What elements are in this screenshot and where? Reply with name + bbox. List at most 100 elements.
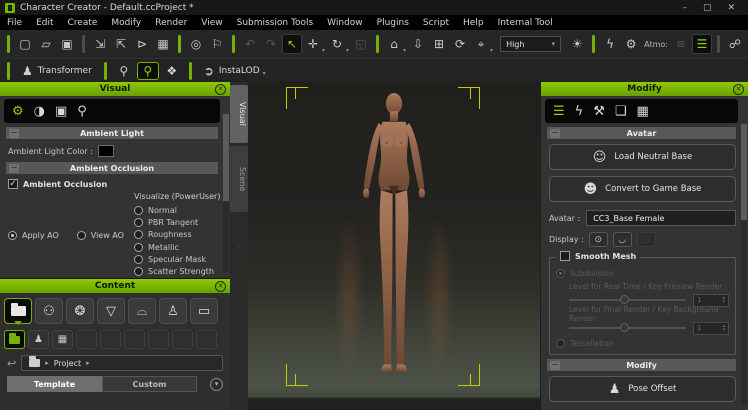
pose-a-icon[interactable]: ⚲	[113, 62, 135, 80]
visual-panel-scrollbar[interactable]	[223, 114, 229, 272]
menu-help[interactable]: Help	[456, 18, 491, 28]
apply-ao-radio-icon[interactable]	[8, 231, 17, 240]
collapse-icon[interactable]: −	[550, 129, 560, 138]
menu-window[interactable]: Window	[320, 18, 370, 28]
modify-section-bar[interactable]: − Modify	[547, 359, 736, 371]
menu-modify[interactable]: Modify	[104, 18, 148, 28]
content-subcategory-image[interactable]: ▦	[52, 330, 73, 349]
ambient-occlusion-section-bar[interactable]: − Ambient Occlusion	[6, 162, 218, 174]
load-motion-icon[interactable]: ⇩	[408, 34, 428, 54]
visual-effect-icon[interactable]: ⚲	[77, 104, 87, 119]
menu-file[interactable]: File	[0, 18, 29, 28]
content-subcategory-project[interactable]	[4, 330, 25, 349]
menu-plugins[interactable]: Plugins	[370, 18, 416, 28]
pose-offset-button[interactable]: ♟ Pose Offset	[549, 376, 736, 402]
collapse-icon[interactable]: −	[9, 129, 19, 138]
content-category-material[interactable]: ❂	[66, 298, 94, 324]
visual-panel-close-icon[interactable]: ✕	[215, 84, 226, 95]
modify-actor-icon[interactable]: ϟ	[575, 104, 584, 119]
visualize-option-normal[interactable]: Normal	[134, 204, 222, 216]
content-panel-header[interactable]: Content ✕	[0, 279, 230, 293]
visual-panel-header[interactable]: Visual ✕	[0, 82, 230, 96]
sun-light-icon[interactable]: ☀	[567, 34, 587, 54]
undo-icon[interactable]: ↶	[240, 34, 260, 54]
preview-dish-icon[interactable]: ☍	[725, 34, 745, 54]
reset-transform-icon[interactable]: ⟳	[450, 34, 470, 54]
content-subcategory-pin[interactable]: ♟	[28, 330, 49, 349]
menu-edit[interactable]: Edit	[29, 18, 60, 28]
fog-icon[interactable]: ≋	[671, 34, 691, 54]
breadcrumb-root[interactable]: Project	[54, 359, 81, 368]
visualize-option-specular-mask[interactable]: Specular Mask	[134, 253, 222, 265]
visualize-option-scatter-strength[interactable]: Scatter Strength	[134, 266, 222, 278]
tab-visual[interactable]: Visual	[230, 85, 248, 143]
visual-shadow-icon[interactable]: ▣	[55, 104, 67, 119]
tab-custom[interactable]: Custom	[102, 376, 197, 392]
display-eye-button[interactable]: ⊙	[589, 232, 608, 247]
content-expand-chevron-icon[interactable]: ▾	[210, 378, 223, 391]
instalod-button[interactable]: ➲ InstaLOD ▾	[198, 61, 273, 81]
atmosphere-gear-icon[interactable]: ⚙	[621, 34, 641, 54]
visualize-option-metallic[interactable]: Metallic	[134, 241, 222, 253]
move-tool-caret-icon[interactable]: ▾	[322, 47, 325, 54]
content-category-stage[interactable]: ▭	[190, 298, 218, 324]
collapse-icon[interactable]: −	[550, 361, 560, 370]
modify-attribute-icon[interactable]: ☰	[553, 104, 565, 119]
camera-frame-icon[interactable]: ⌖	[471, 34, 491, 54]
load-neutral-base-button[interactable]: ☺ Load Neutral Base	[549, 144, 736, 170]
visualize-option-roughness[interactable]: Roughness	[134, 229, 222, 241]
display-settings-icon[interactable]: ☰	[692, 34, 712, 54]
radio-icon[interactable]	[134, 218, 143, 227]
redo-icon[interactable]: ↷	[261, 34, 281, 54]
maximize-button[interactable]: ▢	[703, 3, 712, 13]
send-to-icon[interactable]: ⊳	[132, 34, 152, 54]
convert-to-game-base-button[interactable]: ☻ Convert to Game Base	[549, 176, 736, 202]
select-tool-icon[interactable]: ↖	[282, 34, 302, 54]
character-model[interactable]	[336, 88, 452, 390]
import-icon[interactable]: ⇲	[90, 34, 110, 54]
scale-tool-icon[interactable]: ◱	[351, 34, 371, 54]
content-category-cloth[interactable]: ▽	[97, 298, 125, 324]
hub-icon[interactable]: ❖	[161, 62, 183, 80]
export-icon[interactable]: ⇱	[111, 34, 131, 54]
pose-b-icon[interactable]: ⚲	[137, 62, 159, 80]
open-project-icon[interactable]: ▱	[36, 34, 56, 54]
display-mask-button[interactable]: ◡	[613, 232, 632, 247]
home-view-caret-icon[interactable]: ▾	[403, 47, 406, 54]
menu-script[interactable]: Script	[416, 18, 456, 28]
breadcrumb[interactable]: ▸ Project ▸	[21, 355, 223, 371]
menu-render[interactable]: Render	[148, 18, 194, 28]
home-view-icon[interactable]: ⌂	[384, 34, 404, 54]
radio-icon[interactable]	[134, 267, 143, 276]
tab-template[interactable]: Template	[7, 376, 102, 392]
menu-internal-tool[interactable]: Internal Tool	[491, 18, 560, 28]
radio-icon[interactable]	[134, 255, 143, 264]
new-project-icon[interactable]: ▢	[15, 34, 35, 54]
zoom-actor-icon[interactable]: ◎	[186, 34, 206, 54]
avatar-name-field[interactable]: CC3_Base Female	[586, 210, 736, 226]
apply-ao-radio[interactable]: Apply AO	[8, 231, 59, 240]
transformer-button[interactable]: ♟ Transformer	[16, 61, 98, 81]
menu-view[interactable]: View	[194, 18, 229, 28]
content-category-animation[interactable]: ♙	[159, 298, 187, 324]
quality-dropdown[interactable]: High ▾	[500, 36, 561, 52]
viewport-3d[interactable]	[248, 82, 540, 410]
actor-performance-icon[interactable]: ϟ	[600, 34, 620, 54]
move-tool-icon[interactable]: ✛	[303, 34, 323, 54]
save-project-icon[interactable]: ▣	[57, 34, 77, 54]
visual-light-icon[interactable]: ◑	[34, 104, 45, 119]
content-category-actor[interactable]: ⚇	[35, 298, 63, 324]
menu-submission-tools[interactable]: Submission Tools	[230, 18, 321, 28]
view-ao-radio-icon[interactable]	[77, 231, 86, 240]
modify-panel-header[interactable]: Modify ✕	[541, 82, 748, 96]
pose-tool-icon[interactable]: ⚐	[207, 34, 227, 54]
modify-material-icon[interactable]: ❏	[615, 104, 627, 119]
content-panel-close-icon[interactable]: ✕	[215, 281, 226, 292]
ambient-light-color-swatch[interactable]	[98, 145, 114, 157]
render-image-icon[interactable]: ▦	[153, 34, 173, 54]
content-category-accessory[interactable]: ⌓	[128, 298, 156, 324]
rotate-tool-caret-icon[interactable]: ▾	[346, 47, 349, 54]
modify-texture-icon[interactable]: ▦	[637, 104, 649, 119]
visualize-option-pbr-tangent[interactable]: PBR Tangent	[134, 217, 222, 229]
view-ao-radio[interactable]: View AO	[77, 231, 124, 240]
